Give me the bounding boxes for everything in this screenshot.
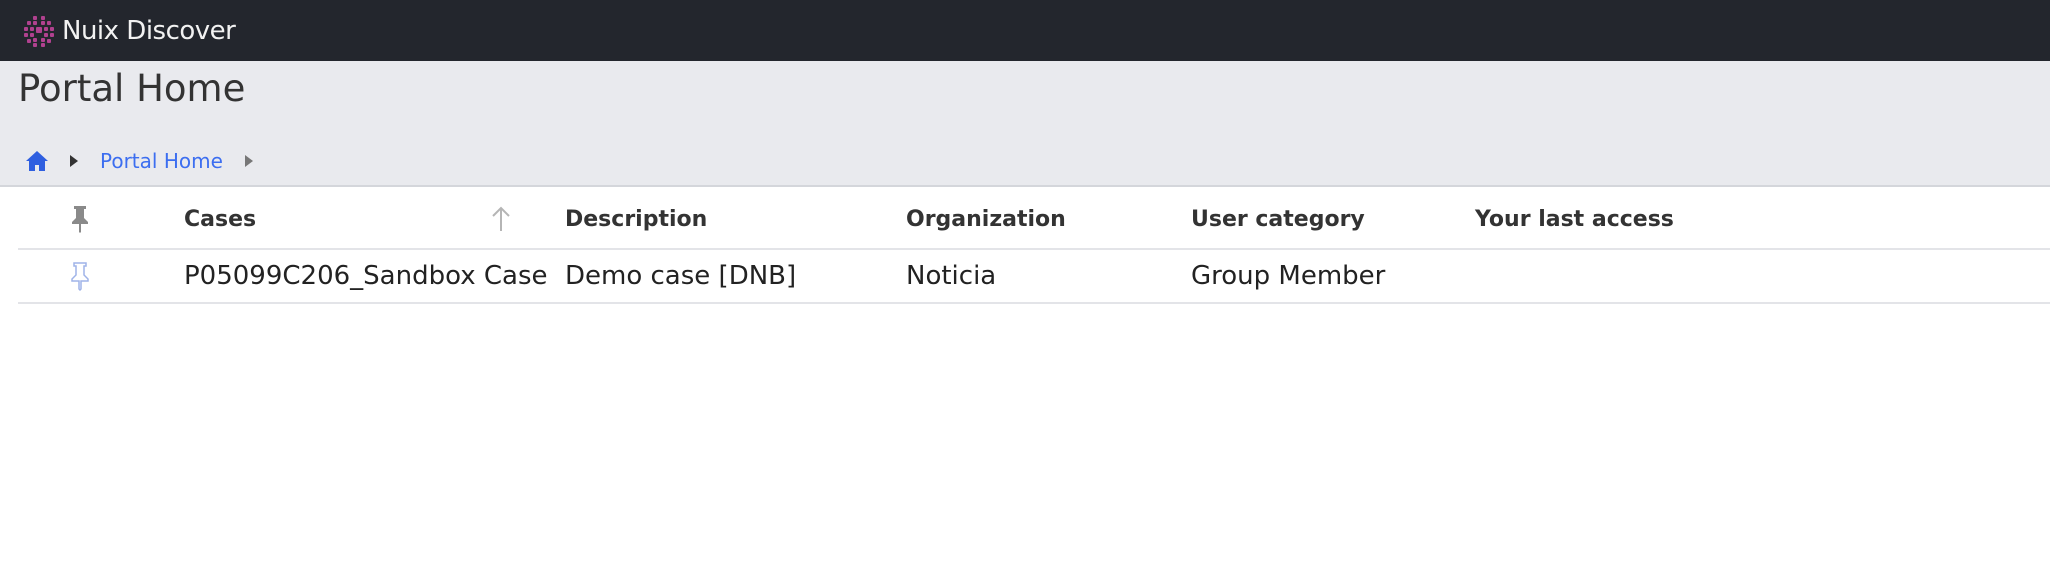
breadcrumb-item-portal-home[interactable]: Portal Home: [100, 149, 223, 173]
home-icon[interactable]: [24, 148, 50, 174]
breadcrumb: Portal Home: [24, 145, 275, 177]
pin-toggle-button[interactable]: [60, 250, 100, 302]
pin-column-header[interactable]: [60, 190, 100, 248]
app-name: Nuix Discover: [62, 15, 236, 46]
breadcrumb-separator-icon: [244, 155, 253, 167]
app-logo[interactable]: Nuix Discover: [22, 14, 236, 48]
case-user-category: Group Member: [1191, 261, 1386, 291]
case-description: Demo case [DNB]: [565, 261, 797, 291]
nuix-logo-icon: [24, 15, 54, 47]
page-title: Portal Home: [18, 67, 246, 110]
page-header: Portal Home Portal Home: [0, 61, 2050, 187]
cases-table: Cases Description Organization User cate…: [18, 190, 2050, 304]
table-header-row: Cases Description Organization User cate…: [18, 190, 2050, 250]
pin-icon: [72, 206, 88, 233]
column-header-last-access[interactable]: Your last access: [1475, 190, 1674, 248]
top-bar: Nuix Discover: [0, 0, 2050, 61]
column-header-user-category[interactable]: User category: [1191, 190, 1365, 248]
arrow-up-icon: [492, 206, 510, 231]
case-organization: Noticia: [906, 261, 997, 291]
table-row: P05099C206_Sandbox Case Demo case [DNB] …: [18, 250, 2050, 304]
column-header-organization[interactable]: Organization: [906, 190, 1066, 248]
sort-ascending-button[interactable]: [486, 190, 516, 248]
breadcrumb-separator-icon: [70, 155, 78, 167]
pin-outline-icon: [71, 262, 89, 291]
column-header-description[interactable]: Description: [565, 190, 707, 248]
case-link[interactable]: P05099C206_Sandbox Case: [184, 250, 547, 302]
